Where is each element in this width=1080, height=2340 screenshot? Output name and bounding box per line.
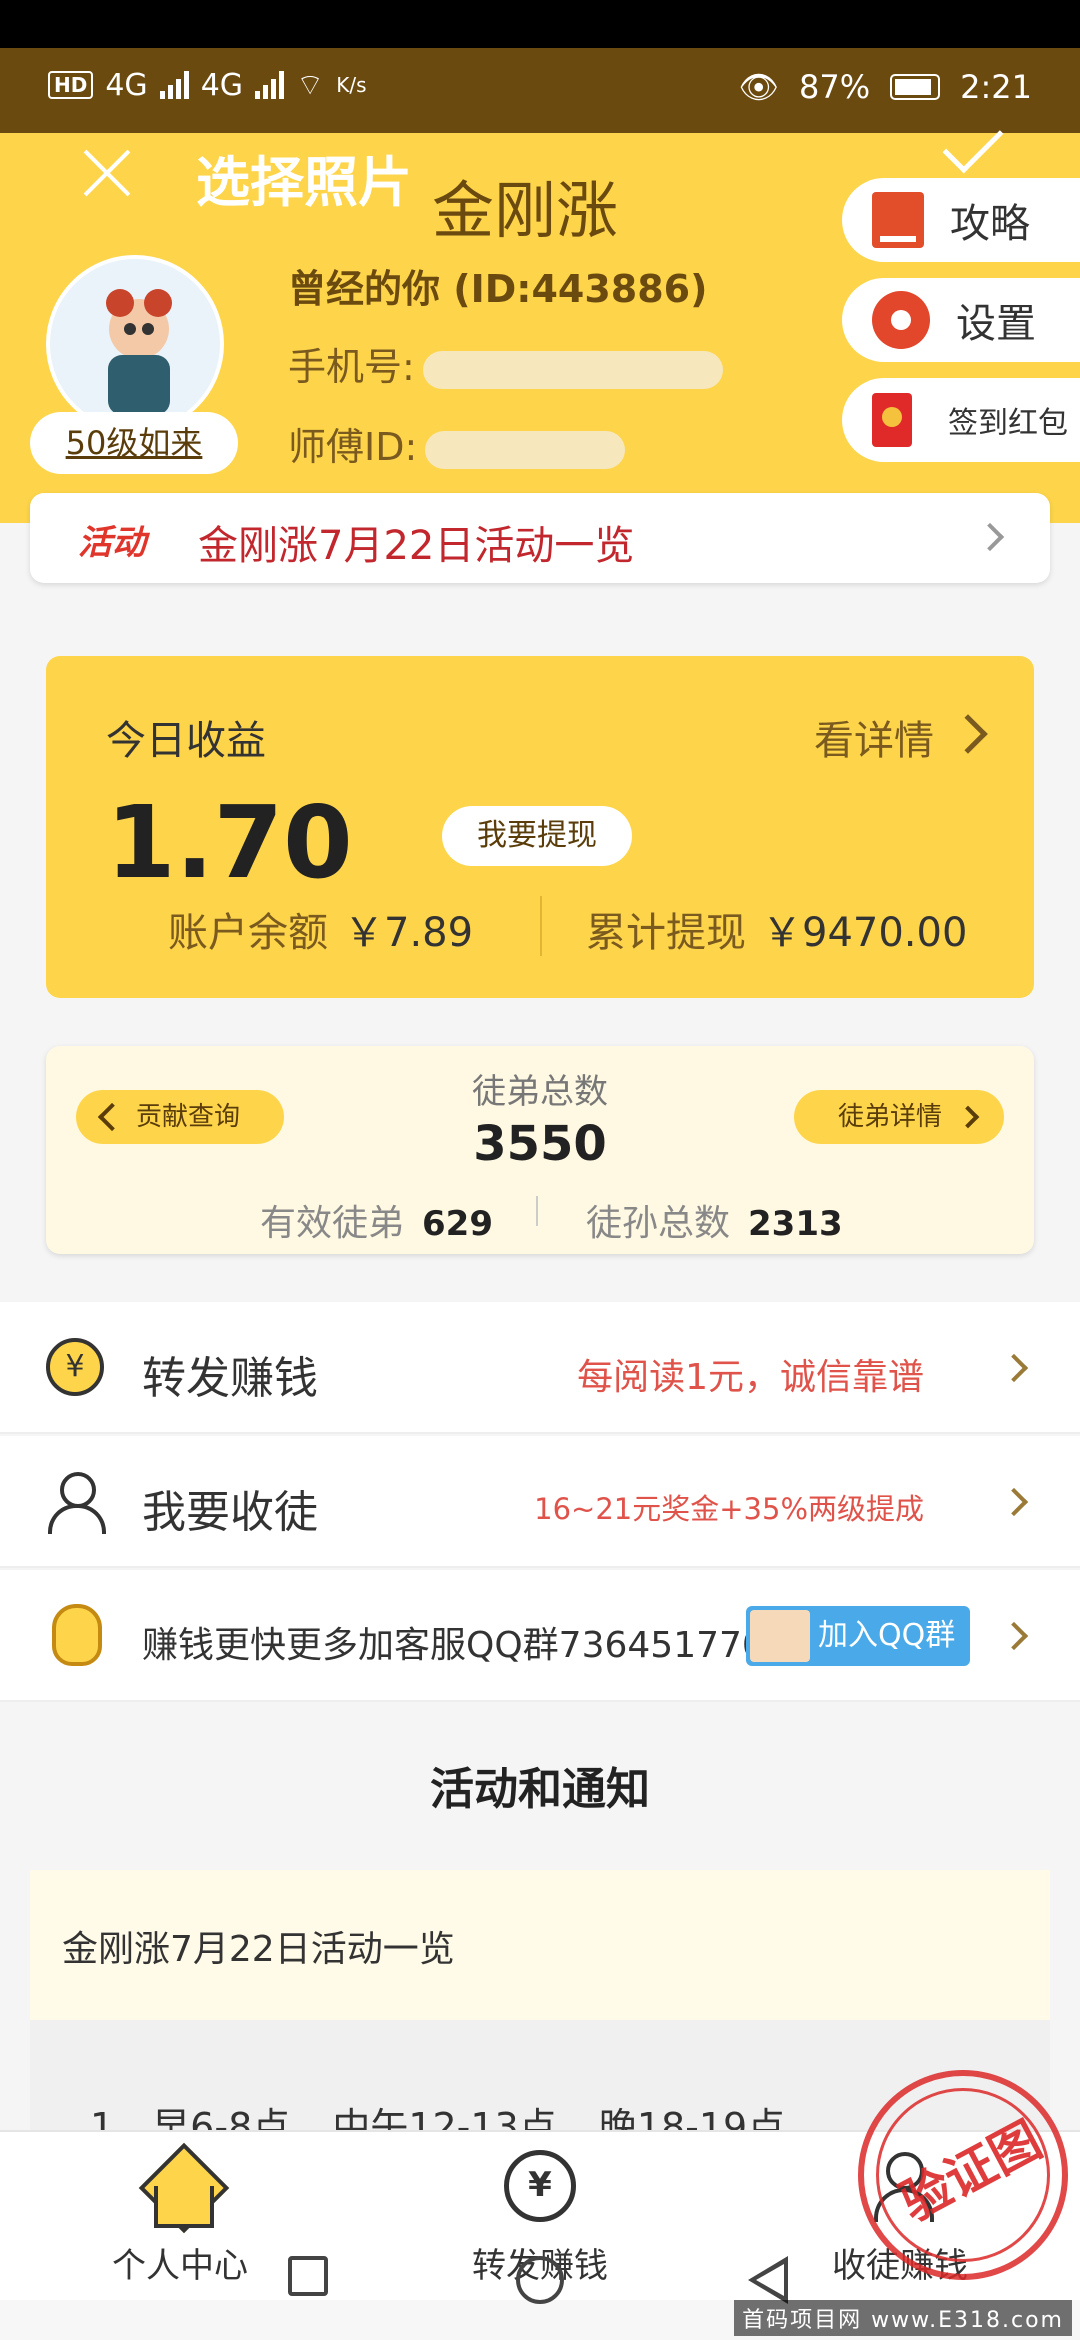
settings-label: 设置: [956, 301, 1036, 347]
guide-button[interactable]: 攻略: [842, 178, 1080, 262]
signal-icon: [159, 71, 189, 99]
news-item[interactable]: 金刚涨7月22日活动一览: [30, 1870, 1050, 2020]
qq-group-text: 赚钱更快更多加客服QQ群736451770: [142, 1625, 765, 1666]
apprentice-detail-label: 徒弟详情: [838, 1102, 943, 1132]
activity-banner[interactable]: 活动 金刚涨7月22日活动一览: [30, 493, 1050, 583]
yuan-coin-icon: ¥: [46, 1338, 104, 1396]
share-earn-note: 每阅读1元，诚信靠谱: [577, 1357, 924, 1398]
level-badge[interactable]: 50级如来: [30, 412, 238, 474]
today-earnings-amount: 1.70: [106, 784, 353, 901]
total-value: ￥9470.00: [762, 910, 968, 956]
photo-picker-title: 选择照片: [196, 151, 412, 214]
balance: 账户余额 ￥7.89: [168, 900, 473, 958]
earnings-divider: [540, 896, 542, 956]
speed-unit: K/s: [336, 73, 367, 97]
watermark: 首码项目网 www.E318.com: [734, 2300, 1072, 2336]
total-withdrawn: 累计提现 ￥9470.00: [586, 900, 967, 958]
balance-value: ￥7.89: [344, 910, 474, 956]
valid-label: 有效徒弟: [260, 1203, 405, 1244]
apprentice-card: 贡献查询 徒弟总数 3550 徒弟详情 有效徒弟 629 徒孙总数 2313: [46, 1046, 1034, 1254]
phone-label: 手机号:: [288, 345, 415, 389]
back-icon[interactable]: [748, 2256, 788, 2304]
valid-value: 629: [422, 1204, 493, 1244]
recruit-label: 我要收徒: [142, 1487, 318, 1538]
qq-group-row[interactable]: 赚钱更快更多加客服QQ群736451770 加入QQ群: [0, 1570, 1080, 1702]
battery-icon: [890, 74, 941, 100]
chevron-right-icon: [999, 1353, 1029, 1383]
chevron-right-icon: [999, 1487, 1029, 1517]
yuan-badge-icon: ¥: [504, 2150, 576, 2222]
status-bar: HD 4G 4G ⌔ K/s 👁 87% 2:21: [0, 48, 1080, 133]
share-earn-label: 转发赚钱: [142, 1353, 318, 1404]
phone-row: 手机号:: [288, 336, 723, 391]
network-4g-1: 4G: [105, 67, 148, 103]
join-qq-button[interactable]: 加入QQ群: [746, 1606, 970, 1666]
home-nav-icon[interactable]: [516, 2256, 564, 2304]
hd-tag: HD: [48, 71, 94, 99]
book-icon: [872, 192, 924, 248]
top-black-bar: [0, 0, 1080, 48]
valid-apprentices: 有效徒弟 629: [260, 1194, 493, 1246]
join-qq-label: 加入QQ群: [818, 1618, 956, 1653]
add-user-icon: [46, 1472, 106, 1534]
recruit-note: 16~21元奖金+35%两级提成: [534, 1492, 924, 1526]
news-item-title: 金刚涨7月22日活动一览: [62, 1929, 455, 1970]
chevron-right-icon: [956, 1105, 980, 1129]
app-title: 金刚涨: [432, 174, 619, 247]
apprentice-detail-button[interactable]: 徒弟详情: [794, 1090, 1004, 1144]
news-section-title: 活动和通知: [0, 1710, 1080, 1870]
today-earnings-label: 今日收益: [106, 718, 266, 764]
wifi-icon: ⌔: [296, 68, 325, 103]
gear-icon: [872, 291, 930, 349]
activity-tag: 活动: [78, 523, 146, 563]
signal-icon-2: [255, 71, 285, 99]
balance-label: 账户余额: [168, 910, 328, 956]
grand-value: 2313: [748, 1204, 843, 1244]
signin-redpacket-button[interactable]: 签到红包: [842, 378, 1080, 462]
activity-banner-text: 金刚涨7月22日活动一览: [198, 523, 635, 569]
status-left: HD 4G 4G ⌔ K/s: [48, 66, 367, 104]
network-4g-2: 4G: [200, 67, 244, 103]
red-packet-icon: [872, 393, 912, 447]
grand-apprentices: 徒孙总数 2313: [586, 1194, 843, 1246]
qq-avatars-icon: [750, 1610, 810, 1662]
avatar-illustration: [106, 289, 172, 415]
master-label: 师傅ID:: [288, 425, 418, 469]
master-row: 师傅ID:: [288, 416, 626, 471]
view-detail-link[interactable]: 看详情: [814, 708, 934, 766]
guide-label: 攻略: [950, 201, 1030, 247]
home-icon: [142, 2152, 218, 2228]
settings-button[interactable]: 设置: [842, 278, 1080, 362]
close-icon[interactable]: [80, 146, 134, 200]
phone-blurred: [422, 350, 723, 389]
avatar[interactable]: [46, 255, 224, 433]
chevron-right-icon: [975, 522, 1005, 552]
status-right: 👁 87% 2:21: [738, 68, 1032, 106]
signin-label: 签到红包: [948, 406, 1068, 441]
clock: 2:21: [960, 68, 1032, 106]
eye-icon: 👁: [738, 68, 780, 106]
withdraw-button[interactable]: 我要提现: [442, 806, 632, 866]
master-blurred: [425, 430, 626, 469]
detail-chevron-icon[interactable]: [948, 714, 988, 754]
qq-penguin-icon: [52, 1604, 102, 1666]
chevron-right-icon: [999, 1621, 1029, 1651]
share-earn-row[interactable]: ¥ 转发赚钱 每阅读1元，诚信靠谱: [0, 1302, 1080, 1434]
apprentice-divider: [536, 1196, 538, 1226]
recruit-row[interactable]: 我要收徒 16~21元奖金+35%两级提成: [0, 1436, 1080, 1568]
username: 曾经的你 (ID:443886): [288, 267, 708, 311]
recent-apps-icon[interactable]: [288, 2256, 328, 2296]
earnings-card: 今日收益 看详情 1.70 我要提现 账户余额 ￥7.89 累计提现 ￥9470.0…: [46, 656, 1034, 998]
grand-label: 徒孙总数: [586, 1203, 731, 1244]
verification-stamp: 验证图: [858, 2070, 1068, 2280]
total-label: 累计提现: [586, 910, 746, 956]
battery-percent: 87%: [799, 68, 871, 106]
